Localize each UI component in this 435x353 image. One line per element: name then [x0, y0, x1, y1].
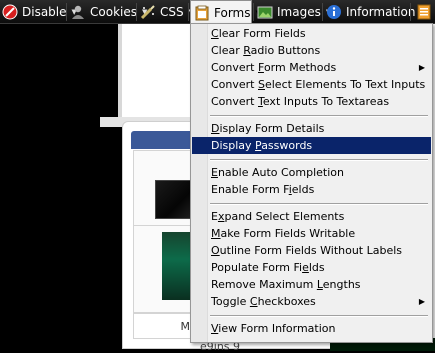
menu-separator [210, 315, 428, 317]
menu-item-label: Convert [211, 95, 258, 108]
menu-item-convert-form-methods[interactable]: Convert Form Methods ▶ [192, 59, 431, 76]
menu-item-label: orm Methods [263, 61, 337, 74]
menu-item-accesskey: S [258, 78, 265, 91]
menu-item-convert-text-inputs[interactable]: Convert Text Inputs To Textareas [192, 93, 431, 110]
menu-item-accesskey: e [302, 261, 309, 274]
toolbar-cookies-label: Cookies [90, 5, 137, 19]
menu-item-enable-auto-completion[interactable]: Enable Auto Completion [192, 164, 431, 181]
menu-item-label: utline Form Fields Without Labels [219, 244, 403, 257]
menu-item-label: lear Form Fields [218, 27, 306, 40]
toolbar-separator [136, 3, 137, 21]
page-thumbnail-image[interactable] [155, 180, 195, 219]
menu-item-toggle-checkboxes[interactable]: Toggle Checkboxes ▶ [192, 293, 431, 310]
miscellaneous-icon [416, 4, 432, 20]
menu-item-display-form-details[interactable]: Display Form Details [192, 120, 431, 137]
menu-item-display-passwords[interactable]: Display Passwords [192, 137, 431, 154]
menu-item-enable-form-fields[interactable]: Enable Form Fields [192, 181, 431, 198]
menu-item-remove-maximum-lengths[interactable]: Remove Maximum Lengths [192, 276, 431, 293]
toolbar-images-label: Images [277, 5, 321, 19]
menu-item-label: elect Elements To Text Inputs [264, 78, 426, 91]
menu-item-label: Remove Maximum [211, 278, 317, 291]
toolbar-information-label: Information [346, 5, 416, 19]
toolbar-forms-label: Forms [214, 5, 251, 20]
toolbar-separator [410, 3, 411, 21]
toolbar-css-button[interactable]: CSS ▼ [140, 0, 194, 24]
toolbar-images-button[interactable]: Images ▼ [257, 0, 331, 24]
menu-item-convert-select-elements[interactable]: Convert Select Elements To Text Inputs [192, 76, 431, 93]
menu-item-label: isplay Form Details [219, 122, 325, 135]
menu-item-accesskey: R [243, 44, 251, 57]
toolbar-separator [322, 3, 323, 21]
menu-item-accesskey: C [211, 27, 219, 40]
toolbar-miscellaneous-button[interactable] [416, 0, 432, 24]
menu-item-label: Clear [211, 44, 244, 57]
menu-item-label: Populate Form Fi [211, 261, 303, 274]
menu-item-label: asswords [261, 139, 313, 152]
menu-item-label: iew Form Information [218, 322, 336, 335]
submenu-arrow-icon: ▶ [418, 63, 425, 72]
toolbar-separator [188, 3, 189, 21]
menu-item-label: pand Select Elements [224, 210, 345, 223]
toolbar-forms-button[interactable]: Forms ▼ [190, 0, 261, 24]
toolbar-disable-label: Disable [22, 5, 67, 19]
css-icon [140, 4, 156, 20]
menu-item-accesskey: M [211, 227, 221, 240]
menu-item-accesskey: O [211, 244, 220, 257]
menu-item-label: nable Auto Completion [217, 166, 345, 179]
menu-item-clear-form-fields[interactable]: Clear Form Fields [192, 25, 431, 42]
forms-icon [194, 5, 210, 21]
menu-separator [210, 203, 428, 205]
menu-item-populate-form-fields[interactable]: Populate Form Fields [192, 259, 431, 276]
images-icon [257, 4, 273, 20]
menu-item-label: Display [211, 139, 256, 152]
toolbar-separator [253, 3, 254, 21]
menu-item-label: Toggle [211, 295, 250, 308]
menu-item-label: ext Inputs To Textareas [262, 95, 390, 108]
menu-item-accesskey: C [249, 295, 258, 308]
web-developer-toolbar: Disable ▼ Cookies ▼ CSS ▼ Forms ▼ Images… [0, 0, 435, 24]
page-bottom-box: M [133, 313, 193, 339]
menu-item-accesskey: E [211, 166, 218, 179]
cookies-icon [70, 4, 86, 20]
menu-item-view-form-information[interactable]: View Form Information [192, 320, 431, 337]
page-thumbnail-image[interactable] [162, 232, 193, 300]
menu-item-label: elds [291, 183, 315, 196]
menu-item-label: adio Buttons [250, 44, 321, 57]
menu-item-label: engths [322, 278, 361, 291]
menu-item-label: ake Form Fields Writable [220, 227, 356, 240]
submenu-arrow-icon: ▶ [418, 297, 425, 306]
menu-item-label: Enable Form F [211, 183, 289, 196]
menu-separator [210, 115, 428, 117]
menu-item-label: Convert [211, 61, 258, 74]
menu-item-clear-radio-buttons[interactable]: Clear Radio Buttons [192, 42, 431, 59]
menu-item-label: heckboxes [257, 295, 316, 308]
menu-item-expand-select-elements[interactable]: Expand Select Elements [192, 208, 431, 225]
menu-item-label: lds [308, 261, 325, 274]
toolbar-css-label: CSS [160, 5, 184, 19]
toolbar-separator [66, 3, 67, 21]
menu-separator [210, 159, 428, 161]
menu-item-label: E [211, 210, 218, 223]
menu-item-make-form-fields-writable[interactable]: Make Form Fields Writable [192, 225, 431, 242]
menu-item-outline-form-fields[interactable]: Outline Form Fields Without Labels [192, 242, 431, 259]
information-icon [326, 4, 342, 20]
disable-icon [2, 4, 18, 20]
menu-item-label: Convert [211, 78, 258, 91]
forms-dropdown-menu: Clear Form Fields Clear Radio Buttons Co… [190, 23, 433, 343]
